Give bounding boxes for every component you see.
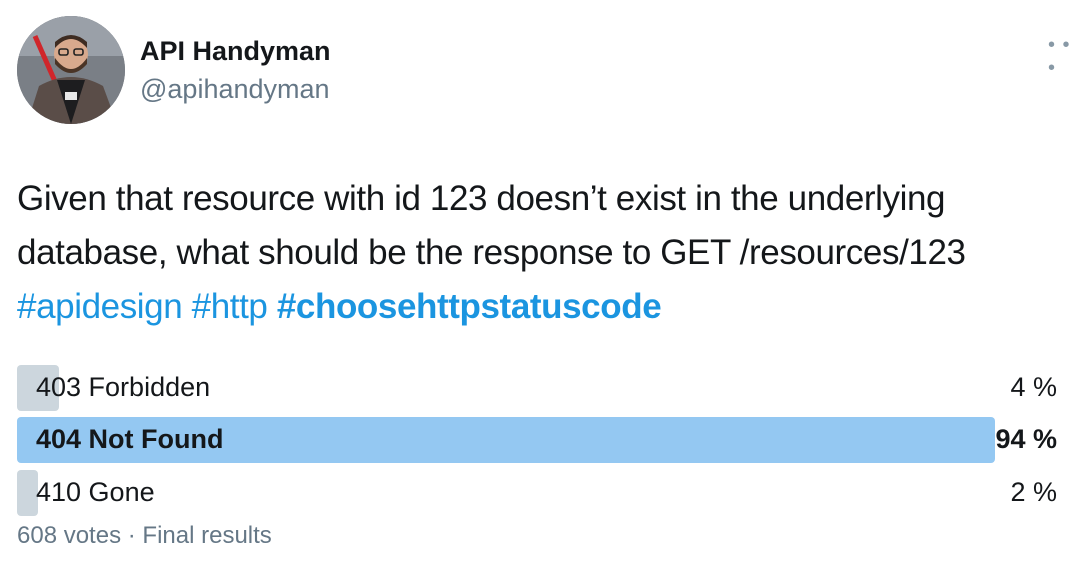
poll-option-percent: 94 % (995, 424, 1057, 454)
avatar[interactable] (17, 16, 125, 124)
hashtag-line: #apidesign #http #choosehttpstatuscode (17, 280, 1067, 334)
poll-vote-count: 608 votes (17, 522, 122, 549)
hashtag-choosehttpstatuscode[interactable]: #choosehttpstatuscode (277, 287, 662, 326)
poll-status: Final results (142, 522, 272, 549)
poll-footer: 608 votes · Final results (17, 522, 272, 550)
tweet-text-line: Given that resource with id 123 doesn’t … (17, 179, 946, 218)
poll-separator: · (127, 522, 136, 549)
poll-option-410: 410 Gone 2 % (17, 470, 1057, 516)
poll-option-percent: 4 % (1010, 372, 1057, 402)
poll-option-403: 403 Forbidden 4 % (17, 365, 1057, 411)
avatar-photo (17, 16, 125, 124)
author-handle[interactable]: @apihandyman (140, 74, 330, 105)
poll-option-label: 403 Forbidden (36, 372, 211, 402)
poll-option-percent: 2 % (1010, 477, 1057, 507)
poll-option-404: 404 Not Found 94 % (17, 417, 1057, 463)
more-options-icon[interactable]: • • • (1048, 34, 1072, 80)
hashtag-http[interactable]: #http (192, 287, 268, 326)
poll-bar (17, 470, 38, 516)
poll-option-label: 404 Not Found (36, 424, 224, 454)
hashtag-apidesign[interactable]: #apidesign (17, 287, 183, 326)
tweet-text-line: database, what should be the response to… (17, 233, 966, 272)
poll-option-label: 410 Gone (36, 477, 155, 507)
author-name[interactable]: API Handyman (140, 36, 331, 67)
tweet-text: Given that resource with id 123 doesn’t … (17, 172, 1067, 334)
